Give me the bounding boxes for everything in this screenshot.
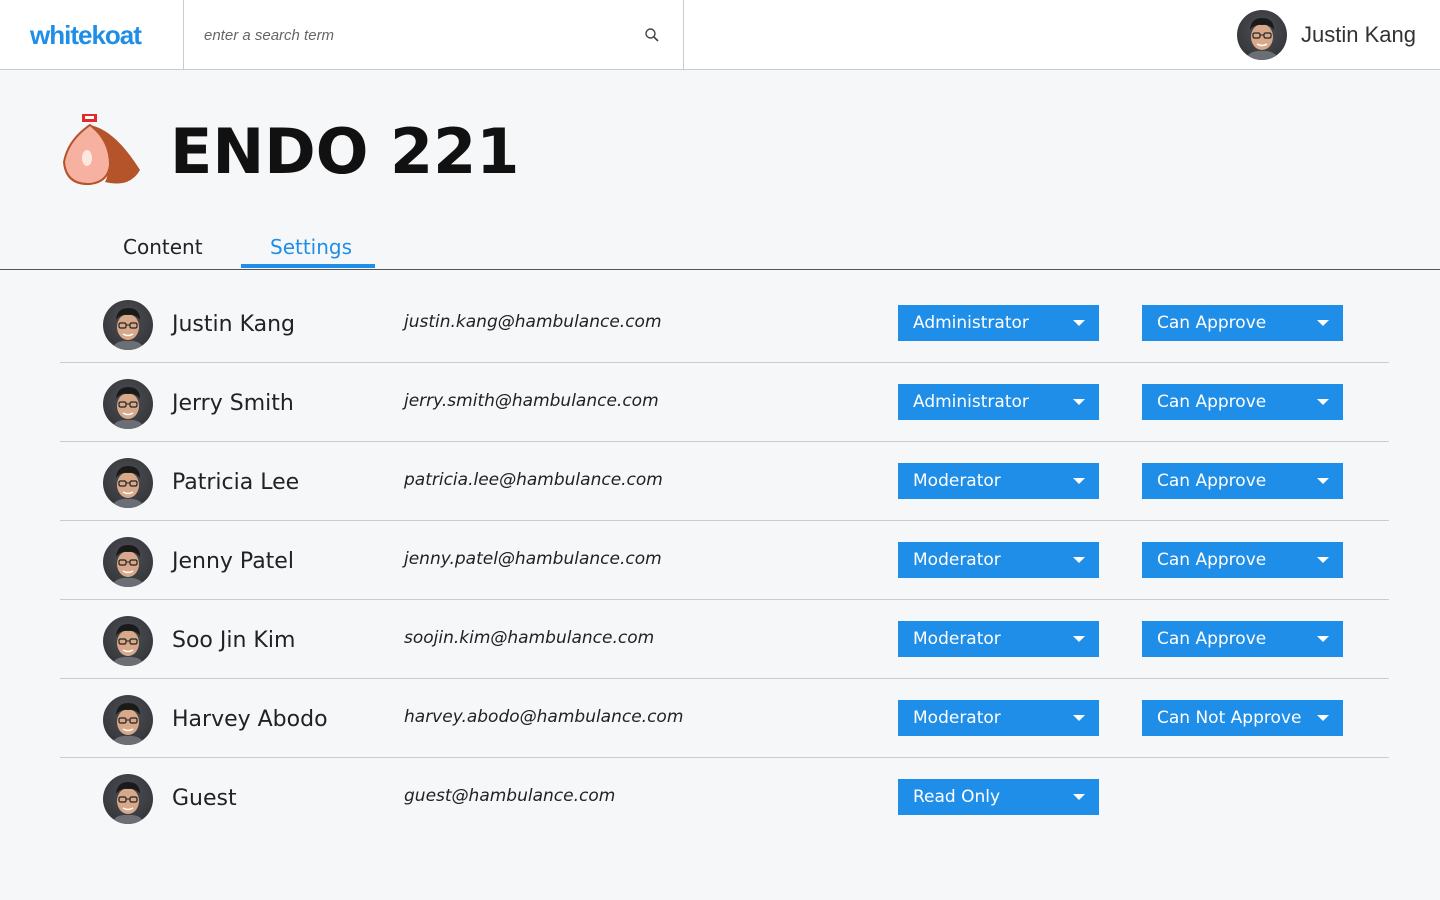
ham-icon <box>62 114 140 186</box>
role-dropdown[interactable]: Moderator <box>898 621 1099 657</box>
search-input[interactable] <box>204 22 624 48</box>
search-box <box>183 0 684 69</box>
member-name: Jenny Patel <box>172 549 294 574</box>
avatar <box>1237 10 1288 60</box>
permission-dropdown[interactable]: Can Approve <box>1142 463 1343 499</box>
member-name: Harvey Abodo <box>172 707 328 732</box>
table-row: Justin Kang justin.kang@hambulance.com A… <box>60 284 1389 363</box>
top-bar: whitekoat Justin Kang <box>0 0 1440 70</box>
permission-dropdown[interactable]: Can Approve <box>1142 542 1343 578</box>
table-row: Harvey Abodo harvey.abodo@hambulance.com… <box>60 679 1389 758</box>
caret-down-icon <box>1073 399 1085 405</box>
avatar <box>103 300 153 350</box>
role-dropdown[interactable]: Moderator <box>898 700 1099 736</box>
member-name: Jerry Smith <box>172 391 294 416</box>
permission-value: Can Approve <box>1157 629 1267 649</box>
avatar <box>103 695 153 745</box>
logo[interactable]: whitekoat <box>30 20 142 51</box>
caret-down-icon <box>1317 636 1329 642</box>
role-value: Moderator <box>913 550 1001 570</box>
role-dropdown[interactable]: Read Only <box>898 779 1099 815</box>
caret-down-icon <box>1073 715 1085 721</box>
user-name[interactable]: Justin Kang <box>1301 22 1416 48</box>
avatar <box>103 774 153 824</box>
role-dropdown[interactable]: Moderator <box>898 463 1099 499</box>
table-row: Guest guest@hambulance.com Read Only <box>60 758 1389 837</box>
table-row: Jerry Smith jerry.smith@hambulance.com A… <box>60 363 1389 442</box>
table-row: Jenny Patel jenny.patel@hambulance.com M… <box>60 521 1389 600</box>
role-value: Administrator <box>913 392 1029 412</box>
member-email: guest@hambulance.com <box>404 786 616 806</box>
permission-dropdown[interactable]: Can Approve <box>1142 305 1343 341</box>
member-email: justin.kang@hambulance.com <box>404 312 662 332</box>
member-name: Guest <box>172 786 237 811</box>
caret-down-icon <box>1073 320 1085 326</box>
member-email: harvey.abodo@hambulance.com <box>404 707 684 727</box>
permission-value: Can Approve <box>1157 550 1267 570</box>
caret-down-icon <box>1073 636 1085 642</box>
permission-value: Can Approve <box>1157 313 1267 333</box>
caret-down-icon <box>1317 399 1329 405</box>
caret-down-icon <box>1317 557 1329 563</box>
permission-dropdown[interactable]: Can Not Approve <box>1142 700 1343 736</box>
permission-value: Can Not Approve <box>1157 708 1302 728</box>
table-row: Soo Jin Kim soojin.kim@hambulance.com Mo… <box>60 600 1389 679</box>
caret-down-icon <box>1317 320 1329 326</box>
search-icon[interactable] <box>644 27 660 43</box>
caret-down-icon <box>1073 557 1085 563</box>
role-dropdown[interactable]: Administrator <box>898 305 1099 341</box>
member-name: Justin Kang <box>172 312 295 337</box>
member-name: Patricia Lee <box>172 470 300 495</box>
permission-dropdown[interactable]: Can Approve <box>1142 384 1343 420</box>
avatar <box>103 616 153 666</box>
role-value: Moderator <box>913 708 1001 728</box>
member-name: Soo Jin Kim <box>172 628 296 653</box>
members-list: Justin Kang justin.kang@hambulance.com A… <box>60 284 1389 837</box>
member-email: jenny.patel@hambulance.com <box>404 549 662 569</box>
member-email: patricia.lee@hambulance.com <box>404 470 663 490</box>
role-value: Moderator <box>913 471 1001 491</box>
table-row: Patricia Lee patricia.lee@hambulance.com… <box>60 442 1389 521</box>
caret-down-icon <box>1317 478 1329 484</box>
member-email: jerry.smith@hambulance.com <box>404 391 659 411</box>
caret-down-icon <box>1317 715 1329 721</box>
role-dropdown[interactable]: Administrator <box>898 384 1099 420</box>
role-value: Administrator <box>913 313 1029 333</box>
permission-value: Can Approve <box>1157 392 1267 412</box>
member-email: soojin.kim@hambulance.com <box>404 628 655 648</box>
active-tab-indicator <box>241 264 375 268</box>
avatar <box>103 537 153 587</box>
avatar <box>103 458 153 508</box>
page-title: ENDO 221 <box>170 115 520 188</box>
user-menu[interactable]: Justin Kang <box>1237 10 1416 60</box>
caret-down-icon <box>1073 478 1085 484</box>
tab-bar: Content Settings <box>0 230 1440 270</box>
permission-value: Can Approve <box>1157 471 1267 491</box>
permission-dropdown[interactable]: Can Approve <box>1142 621 1343 657</box>
tab-content[interactable]: Content <box>123 235 203 259</box>
caret-down-icon <box>1073 794 1085 800</box>
tab-settings[interactable]: Settings <box>270 235 352 259</box>
avatar <box>103 379 153 429</box>
role-dropdown[interactable]: Moderator <box>898 542 1099 578</box>
role-value: Read Only <box>913 787 1001 807</box>
role-value: Moderator <box>913 629 1001 649</box>
